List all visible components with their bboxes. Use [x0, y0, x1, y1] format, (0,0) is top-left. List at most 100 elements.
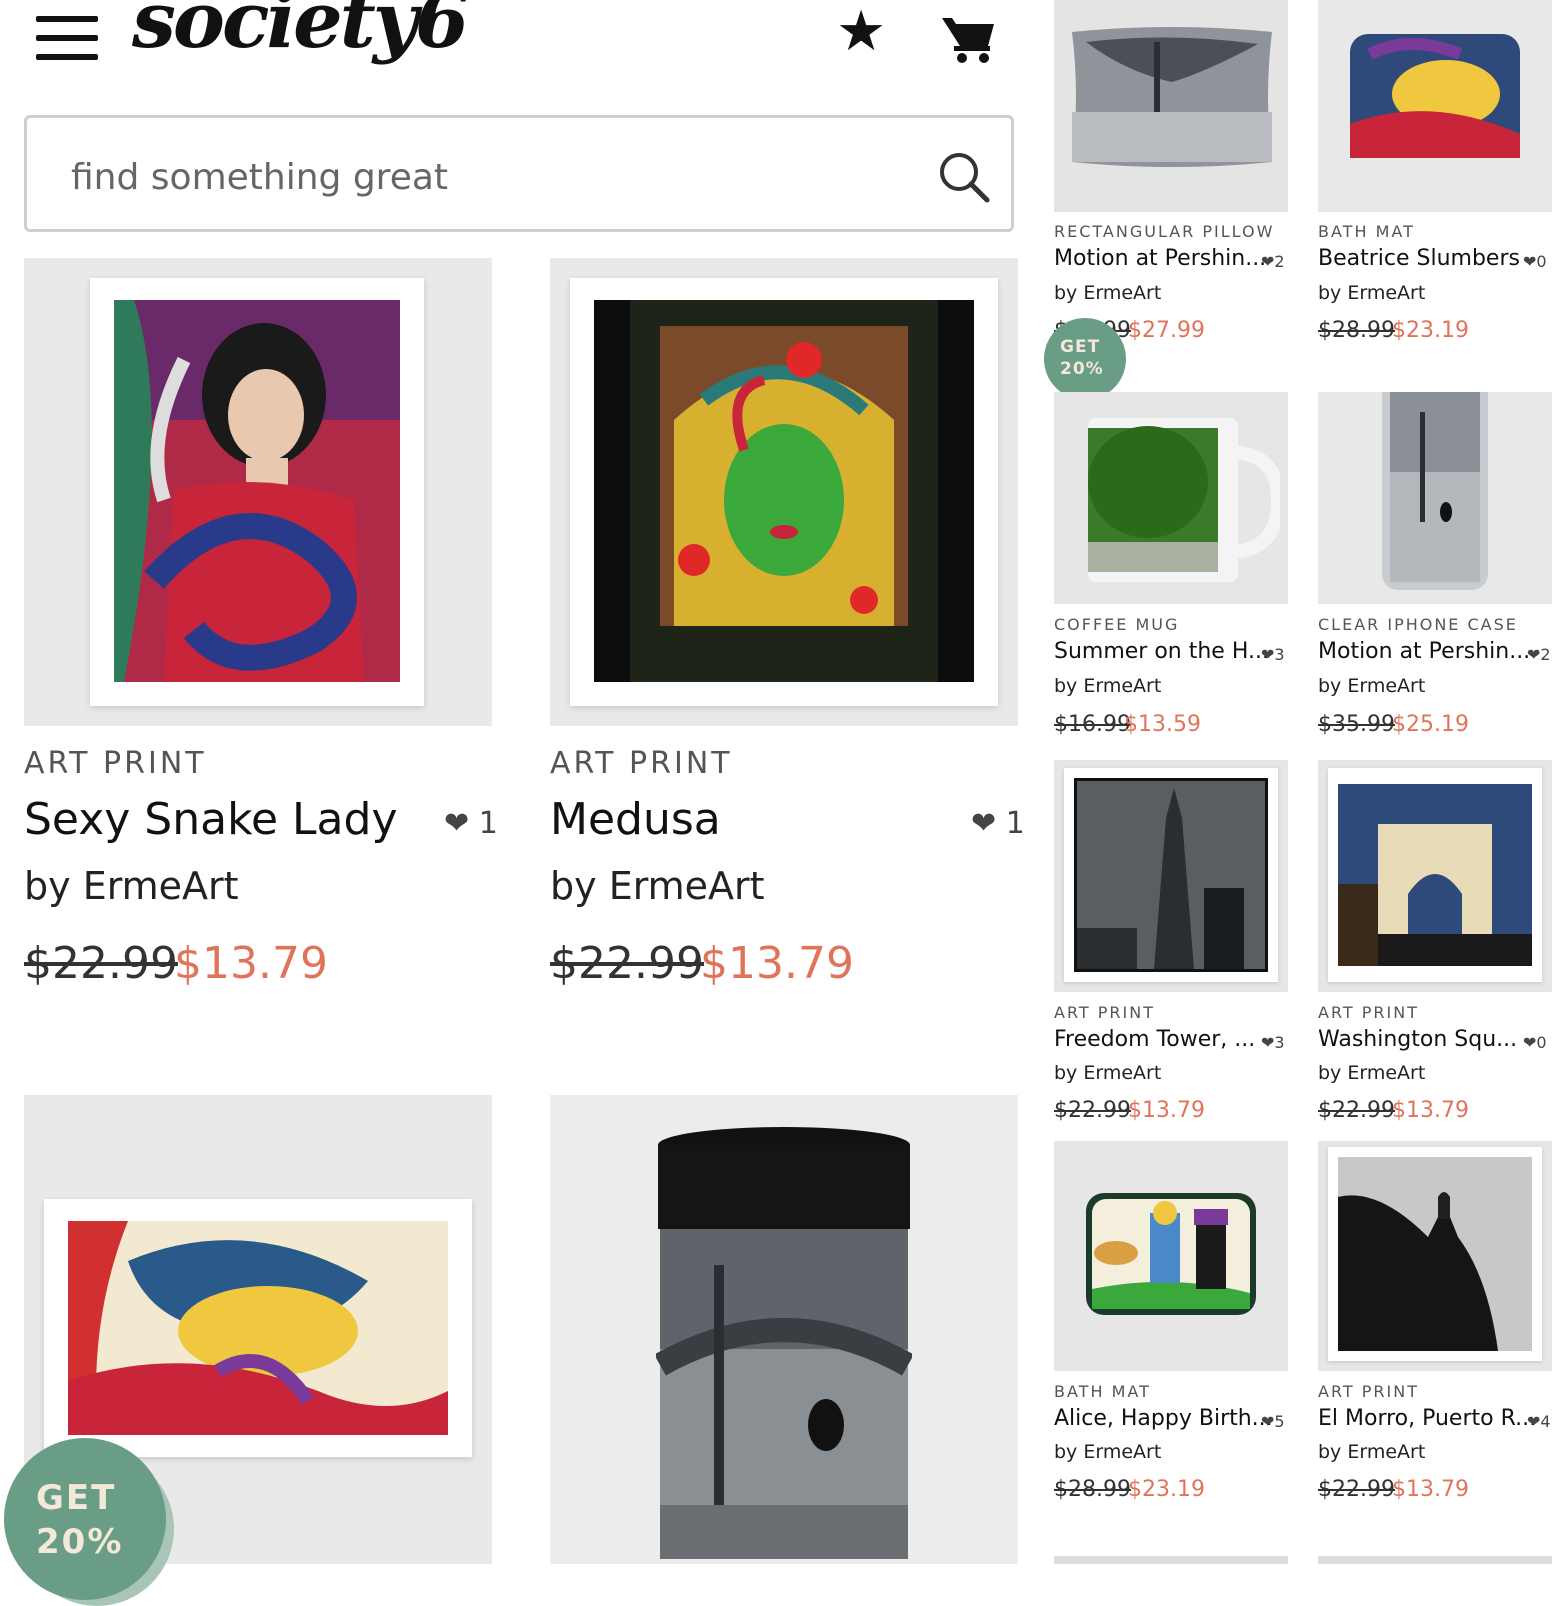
artist-name[interactable]: by ErmeArt	[1318, 1062, 1425, 1084]
likes-count[interactable]: ❤2	[1261, 252, 1285, 271]
artist-name[interactable]: by ErmeArt	[1318, 282, 1425, 304]
likes-value: 5	[1274, 1412, 1285, 1431]
artist-name[interactable]: by ErmeArt	[1318, 1441, 1425, 1463]
cart-icon[interactable]	[940, 12, 996, 64]
product-category: CLEAR IPHONE CASE	[1318, 615, 1518, 634]
sale-price: $13.59	[1124, 712, 1201, 737]
sale-price: $13.79	[700, 938, 854, 989]
sale-price: $25.19	[1392, 712, 1469, 737]
original-price: $22.99	[550, 938, 704, 989]
likes-count[interactable]: ❤5	[1261, 1412, 1285, 1431]
product-image-sexy-snake-lady[interactable]	[24, 258, 492, 726]
badge-label: GET 20%	[36, 1478, 124, 1562]
artist-name[interactable]: by ErmeArt	[1054, 1441, 1161, 1463]
product-title[interactable]: Motion at Pershin...	[1318, 639, 1530, 664]
badge-label: GET 20%	[1060, 337, 1104, 379]
heart-icon: ❤	[1261, 1412, 1275, 1431]
original-price: $22.99	[24, 938, 178, 989]
product-image-medusa[interactable]	[550, 258, 1018, 726]
product-image-alice-bath-mat[interactable]	[1054, 1141, 1288, 1371]
product-image-bath-mat[interactable]	[1318, 0, 1552, 212]
product-image-rectangular-pillow[interactable]	[1054, 0, 1288, 212]
product-title[interactable]: Summer on the H...	[1054, 639, 1269, 664]
original-price: $28.99	[1318, 318, 1395, 343]
likes-value: 4	[1540, 1412, 1551, 1431]
original-price: $22.99	[1318, 1477, 1395, 1502]
search-input[interactable]	[69, 146, 913, 208]
product-image-can-cooler[interactable]	[550, 1095, 1018, 1564]
star-icon[interactable]: ★	[836, 4, 886, 60]
heart-icon: ❤	[1261, 252, 1275, 271]
original-price: $22.99	[1318, 1098, 1395, 1123]
product-title[interactable]: Beatrice Slumbers	[1318, 246, 1520, 271]
heart-icon: ❤	[444, 806, 470, 841]
original-price: $35.99	[1318, 712, 1395, 737]
original-price: $22.99	[1054, 1098, 1131, 1123]
product-image-next[interactable]	[1318, 1556, 1552, 1564]
sale-price: $27.99	[1128, 318, 1205, 343]
heart-icon: ❤	[1261, 645, 1275, 664]
heart-icon: ❤	[1527, 645, 1541, 664]
search-icon[interactable]	[937, 150, 993, 206]
discount-badge[interactable]: GET 20%	[4, 1438, 166, 1600]
product-image-washington-square[interactable]	[1318, 760, 1552, 992]
original-price: $28.99	[1054, 1477, 1131, 1502]
likes-value: 0	[1536, 252, 1547, 271]
product-title[interactable]: Alice, Happy Birth...	[1054, 1406, 1273, 1431]
logo[interactable]: society6	[132, 0, 469, 60]
artist-name[interactable]: by ErmeArt	[24, 864, 239, 908]
sale-price: $13.79	[1128, 1098, 1205, 1123]
sale-price: $23.19	[1128, 1477, 1205, 1502]
likes-count[interactable]: ❤0	[1523, 252, 1547, 271]
artist-name[interactable]: by ErmeArt	[1318, 675, 1425, 697]
likes-value: 0	[1536, 1033, 1547, 1052]
sale-price: $13.79	[1392, 1477, 1469, 1502]
likes-value: 1	[478, 806, 498, 841]
likes-count[interactable]: ❤3	[1261, 1033, 1285, 1052]
product-title[interactable]: Freedom Tower, ...	[1054, 1027, 1255, 1052]
product-image-el-morro[interactable]	[1318, 1141, 1552, 1371]
likes-value: 3	[1274, 645, 1285, 664]
likes-count[interactable]: ❤3	[1261, 645, 1285, 664]
sale-price: $13.79	[174, 938, 328, 989]
likes-count[interactable]: ❤2	[1527, 645, 1551, 664]
heart-icon: ❤	[1527, 1412, 1541, 1431]
likes-value: 3	[1274, 1033, 1285, 1052]
product-image-next[interactable]	[1054, 1556, 1288, 1564]
product-category: BATH MAT	[1318, 222, 1415, 241]
heart-icon: ❤	[1523, 1033, 1537, 1052]
likes-value: 2	[1274, 252, 1285, 271]
product-title[interactable]: Washington Squ...	[1318, 1027, 1517, 1052]
artist-name[interactable]: by ErmeArt	[550, 864, 765, 908]
product-category: COFFEE MUG	[1054, 615, 1180, 634]
sale-price: $13.79	[1392, 1098, 1469, 1123]
hamburger-menu-icon[interactable]	[36, 14, 98, 62]
product-category: ART PRINT	[1318, 1382, 1419, 1401]
likes-count[interactable]: ❤4	[1527, 1412, 1551, 1431]
product-image-freedom-tower[interactable]	[1054, 760, 1288, 992]
sale-price: $23.19	[1392, 318, 1469, 343]
artist-name[interactable]: by ErmeArt	[1054, 675, 1161, 697]
artist-name[interactable]: by ErmeArt	[1054, 282, 1161, 304]
likes-count[interactable]: ❤ 1	[444, 806, 498, 841]
product-category: BATH MAT	[1054, 1382, 1151, 1401]
product-category: ART PRINT	[1054, 1003, 1155, 1022]
product-image-clear-iphone-case[interactable]	[1318, 392, 1552, 604]
product-title[interactable]: Motion at Pershin...	[1054, 246, 1266, 271]
likes-count[interactable]: ❤0	[1523, 1033, 1547, 1052]
likes-value: 1	[1005, 806, 1025, 841]
discount-badge[interactable]: GET 20%	[1044, 318, 1126, 400]
heart-icon: ❤	[1523, 252, 1537, 271]
product-category: ART PRINT	[550, 746, 733, 781]
product-category: ART PRINT	[1318, 1003, 1419, 1022]
heart-icon: ❤	[971, 806, 997, 841]
product-title[interactable]: El Morro, Puerto R...	[1318, 1406, 1536, 1431]
search-box[interactable]	[24, 115, 1014, 232]
product-title[interactable]: Sexy Snake Lady	[24, 794, 397, 845]
heart-icon: ❤	[1261, 1033, 1275, 1052]
product-category: ART PRINT	[24, 746, 207, 781]
likes-count[interactable]: ❤ 1	[971, 806, 1025, 841]
product-image-coffee-mug[interactable]	[1054, 392, 1288, 604]
product-title[interactable]: Medusa	[550, 794, 721, 845]
artist-name[interactable]: by ErmeArt	[1054, 1062, 1161, 1084]
